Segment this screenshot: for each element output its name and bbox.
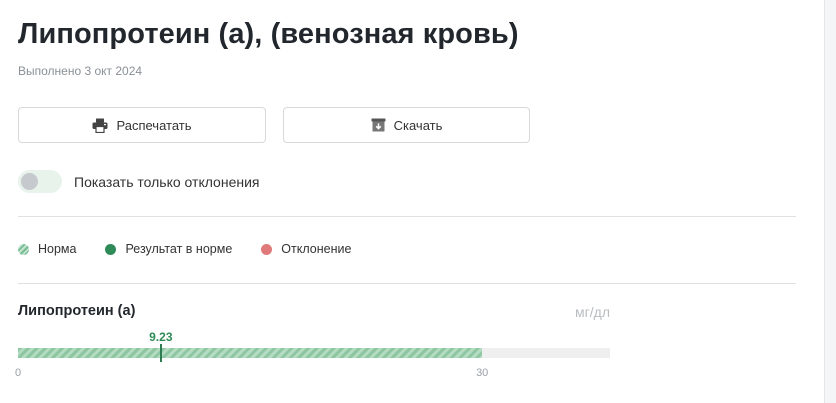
toggle-knob [21, 173, 38, 190]
print-button-label: Распечатать [116, 117, 192, 133]
divider [18, 216, 796, 217]
printer-icon [92, 118, 108, 133]
download-icon [371, 118, 386, 132]
download-button[interactable]: Скачать [283, 107, 530, 143]
scale-tick-min: 0 [14, 367, 22, 379]
result-ok-swatch-icon [105, 243, 117, 255]
download-button-label: Скачать [393, 117, 443, 133]
legend-label: Отклонение [281, 242, 352, 256]
legend-item-deviation: Отклонение [261, 242, 351, 256]
completed-date: Выполнено 3 окт 2024 [18, 64, 143, 78]
legend-label: Результат в норме [125, 242, 233, 256]
legend-item-result-ok: Результат в норме [105, 242, 232, 256]
divider [18, 283, 796, 284]
analysis-page: Липопротеин (а), (венозная кровь) Выполн… [14, 0, 796, 403]
metric-name: Липопротеин (а) [18, 303, 136, 319]
page-title: Липопротеин (а), (венозная кровь) [18, 18, 519, 50]
result-marker [159, 344, 162, 362]
scale-tick-max: 30 [476, 367, 489, 379]
scroll-gutter [824, 0, 836, 403]
result-value-label: 9.23 [149, 330, 173, 344]
deviations-toggle[interactable] [18, 170, 62, 193]
print-button[interactable]: Распечатать [18, 107, 266, 143]
legend: Норма Результат в норме Отклонение [18, 242, 380, 256]
reference-bar-track [18, 348, 610, 358]
legend-label: Норма [38, 242, 77, 256]
deviation-swatch-icon [261, 243, 273, 255]
legend-item-norm: Норма [18, 242, 76, 256]
deviations-toggle-label: Показать только отклонения [74, 173, 260, 190]
norm-swatch-icon [18, 243, 29, 255]
metric-unit: мг/дл [575, 304, 610, 320]
norm-range-bar [18, 348, 483, 358]
deviations-filter: Показать только отклонения [18, 170, 260, 193]
